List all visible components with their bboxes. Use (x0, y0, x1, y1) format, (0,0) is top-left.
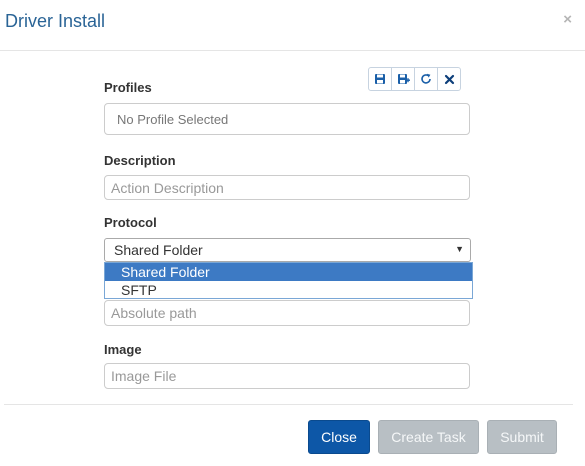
close-icon[interactable]: × (563, 11, 572, 28)
image-input[interactable]: Image File (104, 363, 470, 389)
dialog-title: Driver Install (5, 11, 106, 31)
profile-field[interactable]: No Profile Selected (104, 103, 470, 135)
description-label: Description (104, 153, 176, 168)
profiles-label: Profiles (104, 80, 152, 95)
modal-header: Driver Install × (0, 0, 585, 51)
protocol-dropdown: Shared Folder SFTP (104, 262, 473, 299)
save-as-profile-button[interactable] (391, 67, 415, 91)
protocol-option-sftp[interactable]: SFTP (105, 281, 472, 299)
refresh-icon (421, 73, 431, 84)
description-placeholder: Action Description (111, 179, 224, 196)
save-as-icon (397, 74, 410, 84)
image-placeholder: Image File (111, 368, 177, 384)
clear-profile-button[interactable] (437, 67, 461, 91)
submit-button[interactable]: Submit (487, 420, 557, 454)
path-placeholder: Absolute path (111, 305, 197, 321)
create-task-button[interactable]: Create Task (378, 420, 479, 454)
image-label: Image (104, 342, 142, 357)
protocol-selected-value: Shared Folder (114, 242, 203, 258)
reload-profile-button[interactable] (414, 67, 438, 91)
description-input[interactable]: Action Description (104, 175, 470, 200)
path-input[interactable]: Absolute path (104, 300, 470, 326)
protocol-option-shared-folder[interactable]: Shared Folder (105, 263, 472, 281)
save-profile-button[interactable] (368, 67, 392, 91)
profile-placeholder: No Profile Selected (117, 111, 229, 127)
clear-icon (444, 74, 454, 84)
protocol-select[interactable]: Shared Folder ▼ (104, 238, 471, 262)
footer-divider (4, 404, 573, 405)
close-button[interactable]: Close (308, 420, 370, 454)
save-icon (375, 74, 385, 84)
profile-toolbar (368, 67, 461, 91)
protocol-label: Protocol (104, 215, 157, 230)
caret-down-icon: ▼ (455, 244, 464, 254)
